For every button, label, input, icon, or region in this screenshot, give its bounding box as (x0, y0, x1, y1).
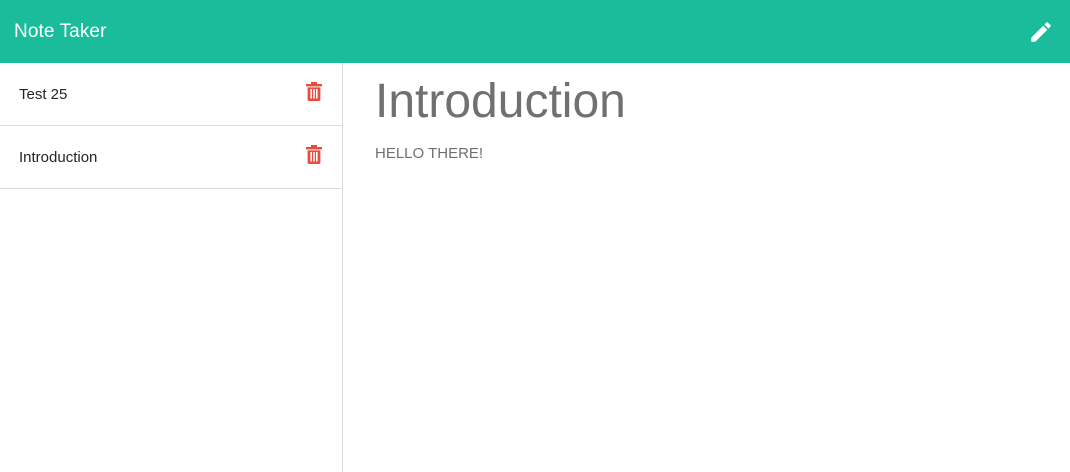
pencil-icon[interactable] (1026, 17, 1056, 47)
note-title-field[interactable]: Introduction (375, 63, 1070, 129)
notes-list: Test 25 Introduction (0, 63, 343, 472)
navbar: Note Taker (0, 0, 1070, 63)
note-text-field[interactable]: HELLO THERE! (375, 145, 1070, 162)
list-item[interactable]: Test 25 (0, 63, 342, 126)
note-title[interactable]: Test 25 (19, 86, 67, 103)
list-item[interactable]: Introduction (0, 126, 342, 189)
app-brand[interactable]: Note Taker (14, 22, 107, 41)
note-view: Introduction HELLO THERE! (343, 63, 1070, 472)
trash-icon[interactable] (305, 81, 323, 101)
note-title[interactable]: Introduction (19, 149, 97, 166)
trash-icon[interactable] (305, 144, 323, 164)
